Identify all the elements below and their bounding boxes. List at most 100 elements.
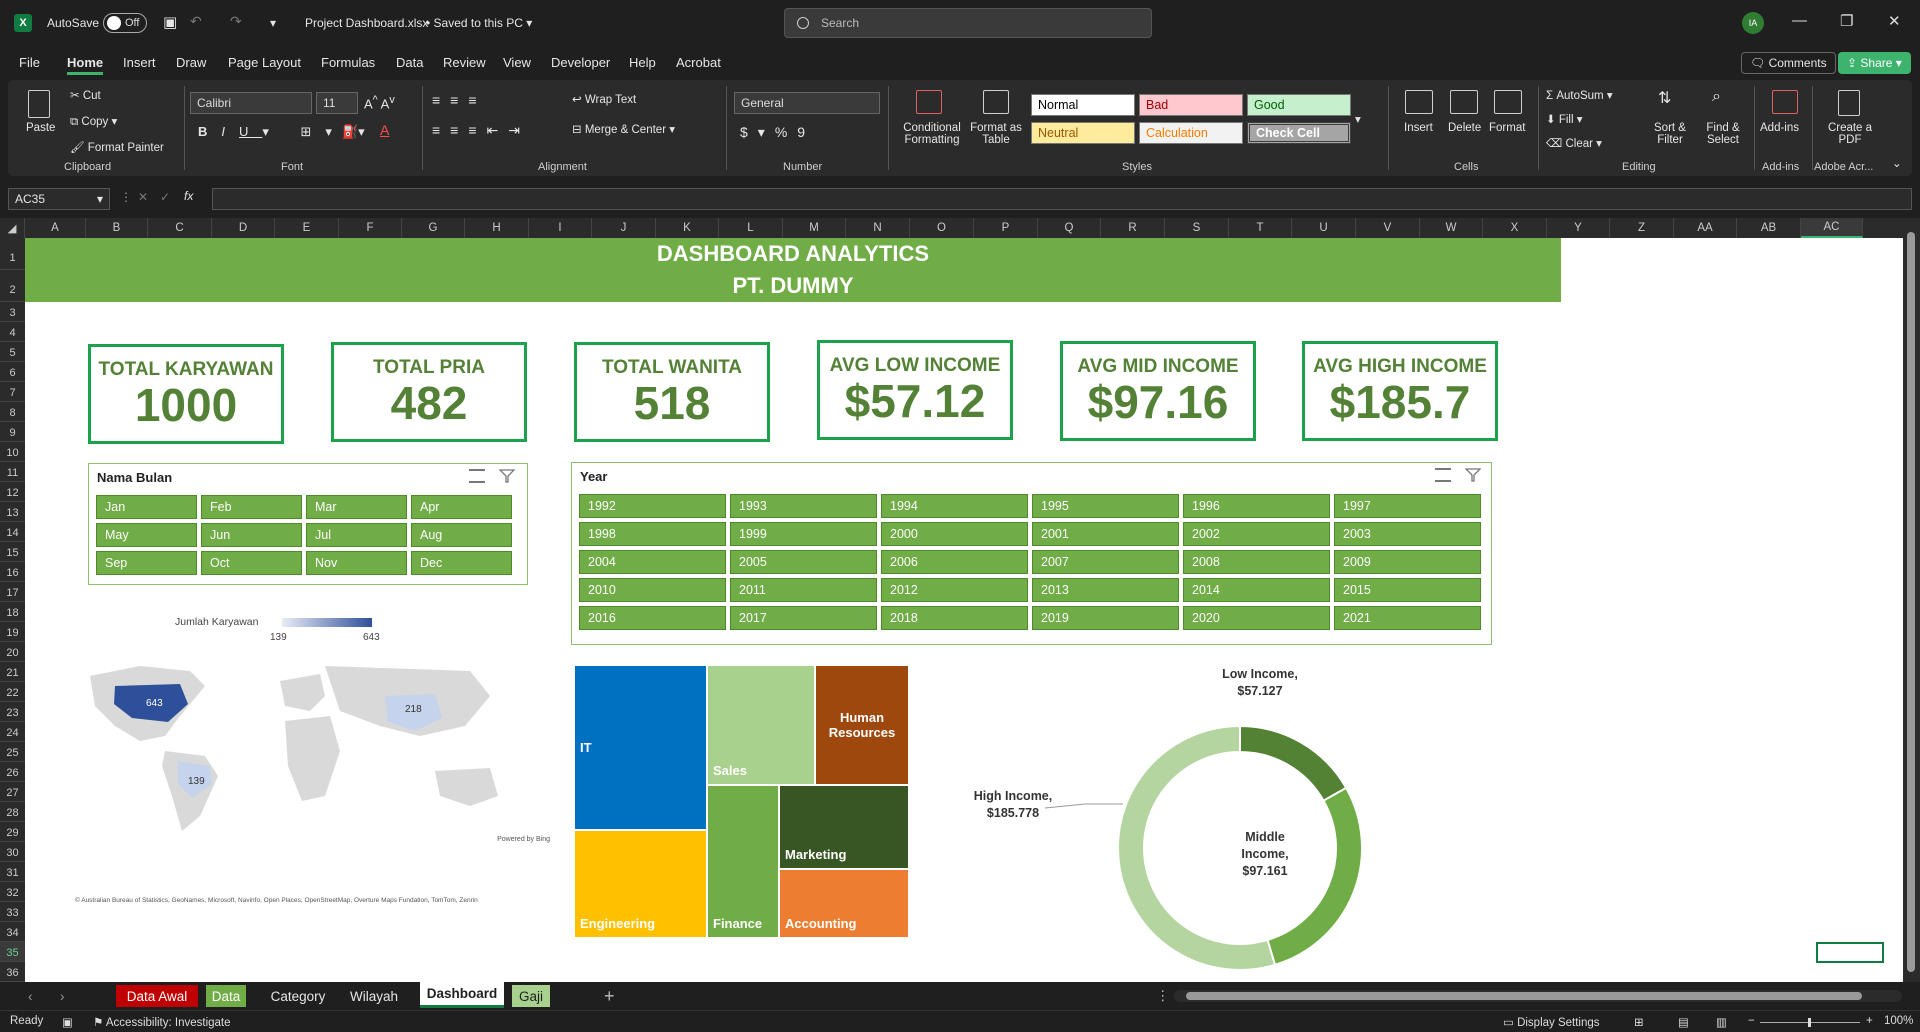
row-header[interactable]: 28 bbox=[0, 802, 25, 822]
cell-style-bad[interactable]: Bad bbox=[1139, 94, 1243, 116]
paste-icon[interactable] bbox=[28, 90, 50, 118]
font-format-buttons[interactable]: BIU▾ ⊞▾ bbox=[198, 124, 346, 140]
wrap-text-button[interactable]: ↩ Wrap Text bbox=[572, 92, 636, 106]
row-header[interactable]: 8 bbox=[0, 402, 25, 422]
paste-button[interactable]: Paste bbox=[26, 122, 55, 134]
macro-icon[interactable]: ▣ bbox=[62, 1015, 73, 1029]
treemap-cell-human-resources[interactable]: Human Resources bbox=[815, 665, 909, 785]
row-header[interactable]: 1 bbox=[0, 238, 25, 270]
fill-color-button[interactable]: ⛽▾ bbox=[342, 124, 365, 140]
column-header[interactable]: H bbox=[465, 218, 529, 238]
column-header[interactable]: G bbox=[402, 218, 465, 238]
font-size-select[interactable]: 11 bbox=[316, 92, 358, 114]
slicer-month[interactable]: Nama Bulan Jan Feb Mar Apr May Jun Jul Aug Sep Oc… bbox=[88, 463, 528, 585]
slicer-year-item[interactable]: 2003 bbox=[1334, 522, 1481, 546]
slicer-year-item[interactable]: 2010 bbox=[579, 578, 726, 602]
slicer-year-item[interactable]: 2011 bbox=[730, 578, 877, 602]
delete-cells-icon[interactable] bbox=[1450, 90, 1478, 114]
slicer-year-item[interactable]: 2006 bbox=[881, 550, 1028, 574]
column-header[interactable]: L bbox=[719, 218, 783, 238]
row-header[interactable]: 9 bbox=[0, 422, 25, 442]
format-as-table-button[interactable]: Format as Table bbox=[966, 122, 1026, 146]
zoom-slider[interactable] bbox=[1760, 1018, 1860, 1027]
cell-style-normal[interactable]: Normal bbox=[1031, 94, 1135, 116]
slicer-month-item[interactable]: Sep bbox=[96, 551, 197, 575]
row-header[interactable]: 36 bbox=[0, 962, 25, 982]
insert-cells-button[interactable]: Insert bbox=[1404, 122, 1433, 134]
column-header[interactable]: AB bbox=[1737, 218, 1801, 238]
column-header[interactable]: A bbox=[25, 218, 86, 238]
tab-developer[interactable]: Developer bbox=[551, 55, 610, 70]
row-header[interactable]: 30 bbox=[0, 842, 25, 862]
vertical-scrollbar[interactable] bbox=[1903, 218, 1920, 982]
treemap-cell-marketing[interactable]: Marketing bbox=[779, 785, 909, 869]
column-header[interactable]: AC bbox=[1801, 218, 1863, 238]
font-color-button[interactable]: A bbox=[380, 122, 389, 138]
page-layout-view-icon[interactable]: ▤ bbox=[1678, 1015, 1689, 1029]
cut-button[interactable]: ✂ Cut bbox=[70, 88, 101, 102]
slicer-year-item[interactable]: 2007 bbox=[1032, 550, 1179, 574]
row-header[interactable]: 25 bbox=[0, 742, 25, 762]
conditional-formatting-button[interactable]: Conditional Formatting bbox=[894, 122, 970, 146]
row-header[interactable]: 22 bbox=[0, 682, 25, 702]
treemap-cell-finance[interactable]: Finance bbox=[707, 785, 779, 938]
column-header[interactable]: E bbox=[275, 218, 339, 238]
row-header[interactable]: 13 bbox=[0, 502, 25, 522]
horizontal-align-buttons[interactable]: ≡≡≡⇤⇥ bbox=[432, 122, 530, 139]
close-icon[interactable]: ✕ bbox=[1888, 12, 1901, 30]
font-grow-shrink-buttons[interactable]: A^ Av bbox=[364, 94, 395, 111]
clear-filter-icon[interactable] bbox=[1464, 468, 1482, 482]
slicer-year-item[interactable]: 2015 bbox=[1334, 578, 1481, 602]
row-header[interactable]: 6 bbox=[0, 362, 25, 382]
slicer-month-item[interactable]: Aug bbox=[411, 523, 512, 547]
sheet-tab-category[interactable]: Category bbox=[262, 985, 334, 1007]
find-select-button[interactable]: Find & Select bbox=[1698, 122, 1748, 146]
prev-sheet-icon[interactable]: ‹ bbox=[20, 985, 41, 1007]
slicer-month-item[interactable]: Nov bbox=[306, 551, 407, 575]
column-header[interactable]: T bbox=[1229, 218, 1292, 238]
formula-input[interactable] bbox=[212, 188, 1912, 210]
next-sheet-icon[interactable]: › bbox=[52, 985, 73, 1007]
copy-button[interactable]: ⧉ Copy ▾ bbox=[70, 114, 117, 129]
column-header[interactable]: I bbox=[529, 218, 592, 238]
tab-acrobat[interactable]: Acrobat bbox=[676, 55, 721, 70]
tab-draw[interactable]: Draw bbox=[176, 55, 206, 70]
slicer-year-item[interactable]: 2018 bbox=[881, 606, 1028, 630]
sheet-tab-data-awal[interactable]: Data Awal bbox=[116, 985, 198, 1007]
font-name-select[interactable]: Calibri bbox=[190, 92, 312, 114]
sheet-tab-data[interactable]: Data bbox=[206, 985, 246, 1007]
slicer-year-item[interactable]: 2014 bbox=[1183, 578, 1330, 602]
column-header[interactable]: AA bbox=[1674, 218, 1737, 238]
enter-icon[interactable]: ✓ bbox=[160, 190, 170, 204]
column-header[interactable]: V bbox=[1356, 218, 1420, 238]
insert-cells-icon[interactable] bbox=[1405, 90, 1433, 114]
column-header[interactable]: O bbox=[910, 218, 974, 238]
tab-home[interactable]: Home bbox=[67, 55, 104, 75]
merge-center-button[interactable]: ⊟ Merge & Center ▾ bbox=[572, 122, 675, 136]
treemap-cell-it[interactable]: IT bbox=[574, 665, 707, 830]
horizontal-scrollbar[interactable] bbox=[1174, 990, 1902, 1002]
row-header[interactable]: 4 bbox=[0, 322, 25, 342]
treemap-cell-sales[interactable]: Sales bbox=[707, 665, 815, 785]
slicer-year-item[interactable]: 2020 bbox=[1183, 606, 1330, 630]
column-header[interactable]: F bbox=[339, 218, 402, 238]
row-header[interactable]: 15 bbox=[0, 542, 25, 562]
number-format-select[interactable]: General bbox=[734, 92, 880, 114]
cell-style-calculation[interactable]: Calculation bbox=[1139, 122, 1243, 144]
slicer-year-item[interactable]: 2008 bbox=[1183, 550, 1330, 574]
delete-cells-button[interactable]: Delete bbox=[1448, 122, 1481, 134]
row-header[interactable]: 33 bbox=[0, 902, 25, 922]
column-header[interactable]: M bbox=[783, 218, 846, 238]
slicer-year-item[interactable]: 1999 bbox=[730, 522, 877, 546]
slicer-year-item[interactable]: 1995 bbox=[1032, 494, 1179, 518]
slicer-year-item[interactable]: 2005 bbox=[730, 550, 877, 574]
column-header[interactable]: D bbox=[212, 218, 275, 238]
number-format-buttons[interactable]: $▾%9 bbox=[740, 124, 815, 141]
zoom-out-icon[interactable]: − bbox=[1748, 1015, 1755, 1027]
tab-view[interactable]: View bbox=[503, 55, 531, 70]
page-break-view-icon[interactable]: ▥ bbox=[1716, 1015, 1727, 1029]
row-header[interactable]: 23 bbox=[0, 702, 25, 722]
slicer-year-item[interactable]: 2000 bbox=[881, 522, 1028, 546]
tab-review[interactable]: Review bbox=[443, 55, 486, 70]
format-painter-button[interactable]: 🖌 Format Painter bbox=[70, 140, 164, 154]
